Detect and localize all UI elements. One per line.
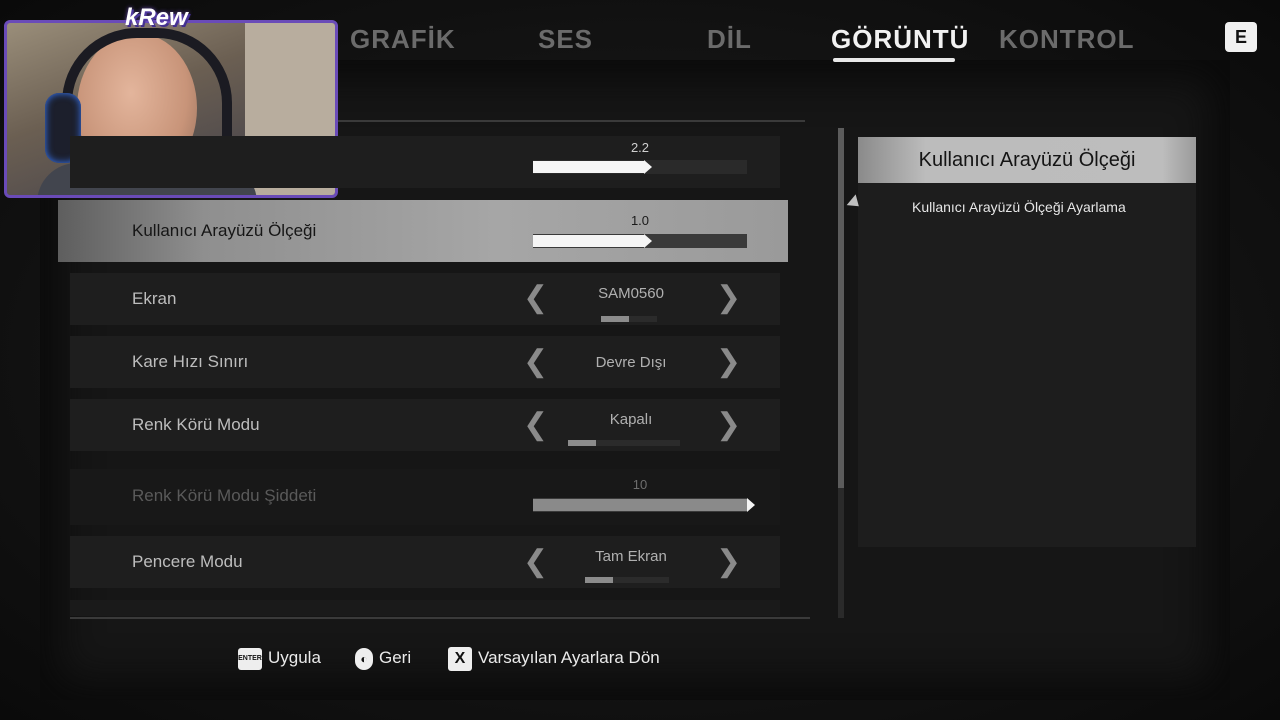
chevron-right-icon[interactable]: ❯: [716, 547, 741, 577]
active-tab-indicator: [833, 58, 955, 62]
mouse-right-click-icon: ◐: [355, 647, 373, 670]
selector-dots: [601, 309, 711, 322]
selector-value: Devre Dışı: [595, 354, 667, 371]
info-panel: Kullanıcı Arayüzü Ölçeği Kullanıcı Arayü…: [858, 137, 1196, 547]
list-bottom-divider: [70, 617, 810, 619]
tab-kontrol[interactable]: KONTROL: [999, 24, 1135, 55]
reset-defaults-button[interactable]: X Varsayılan Ayarlara Dön: [448, 644, 660, 672]
slider-track[interactable]: [533, 234, 747, 248]
slider-fill: [533, 160, 653, 174]
setting-label: Renk Körü Modu Şiddeti: [132, 486, 317, 505]
setting-label: Ekran: [132, 289, 177, 308]
chevron-right-icon[interactable]: ❯: [716, 410, 741, 440]
setting-label: Kullanıcı Arayüzü Ölçeği: [132, 221, 317, 240]
setting-row-partial[interactable]: 2.2: [70, 136, 780, 188]
selector-dots: [585, 570, 675, 583]
chevron-left-icon[interactable]: ❮: [523, 347, 548, 377]
header-divider: [335, 120, 805, 122]
setting-label: Kare Hızı Sınırı: [132, 352, 249, 371]
setting-label: Pencere Modu: [132, 552, 243, 571]
chevron-left-icon[interactable]: ❮: [523, 410, 548, 440]
tab-goruntu[interactable]: GÖRÜNTÜ: [831, 24, 969, 55]
tab-grafik[interactable]: GRAFİK: [350, 24, 456, 55]
x-key-icon: X: [448, 646, 472, 671]
settings-scrollbar[interactable]: [838, 128, 844, 618]
scrollbar-thumb[interactable]: [838, 128, 844, 488]
setting-label: Renk Körü Modu: [132, 415, 260, 434]
slider-track: [533, 498, 755, 512]
enter-key-icon: ENTER: [238, 647, 262, 670]
setting-row-colorblind-strength: Renk Körü Modu Şiddeti 10: [70, 469, 780, 525]
slider-fill: [533, 498, 755, 512]
selector-value: SAM0560: [598, 285, 664, 302]
selector-dots: [568, 433, 708, 446]
reset-label: Varsayılan Ayarlara Dön: [478, 648, 660, 667]
slider-fill: [533, 234, 653, 248]
apply-label: Uygula: [268, 648, 321, 667]
slider-track[interactable]: [533, 160, 747, 174]
streamer-logo: kRew: [125, 4, 188, 31]
setting-row-frame-limit[interactable]: Kare Hızı Sınırı ❮ Devre Dışı ❯: [70, 336, 780, 388]
chevron-right-icon[interactable]: ❯: [716, 347, 741, 377]
setting-row-clipped: [70, 600, 780, 616]
apply-button[interactable]: ENTER Uygula: [238, 644, 321, 672]
slider-value: 2.2: [630, 140, 650, 155]
back-label: Geri: [379, 648, 412, 667]
selector-value: Tam Ekran: [595, 548, 667, 565]
setting-row-ui-scale[interactable]: Kullanıcı Arayüzü Ölçeği 1.0: [58, 200, 788, 262]
tab-ses[interactable]: SES: [538, 24, 593, 55]
chevron-right-icon[interactable]: ❯: [716, 283, 741, 313]
setting-row-screen[interactable]: Ekran ❮ SAM0560 ❯: [70, 273, 780, 325]
chevron-left-icon[interactable]: ❮: [523, 547, 548, 577]
selector-value: Kapalı: [609, 411, 653, 428]
tab-dil[interactable]: DİL: [707, 24, 752, 55]
slider-value: 10: [632, 477, 648, 492]
slider-value: 1.0: [630, 213, 650, 228]
setting-row-window-mode[interactable]: Pencere Modu ❮ Tam Ekran ❯: [70, 536, 780, 588]
setting-row-colorblind-mode[interactable]: Renk Körü Modu ❮ Kapalı ❯: [70, 399, 780, 451]
info-description: Kullanıcı Arayüzü Ölçeği Ayarlama: [912, 199, 1126, 215]
back-button[interactable]: ◐ Geri: [355, 644, 411, 672]
next-tab-key-icon[interactable]: E: [1225, 22, 1257, 52]
chevron-left-icon[interactable]: ❮: [523, 283, 548, 313]
info-title: Kullanıcı Arayüzü Ölçeği: [858, 137, 1196, 183]
